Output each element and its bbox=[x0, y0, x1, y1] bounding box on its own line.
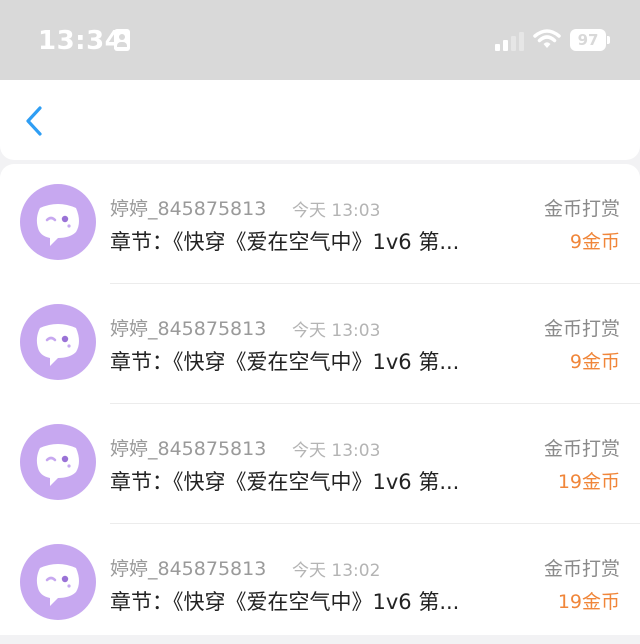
battery-level: 97 bbox=[577, 31, 599, 49]
reward-amount: 19金币 bbox=[557, 471, 620, 493]
record-time: 今天 13:02 bbox=[292, 561, 381, 581]
list-item[interactable]: 婷婷_845875813 今天 13:03 章节：《快穿《爱在空气中》1v6 第..… bbox=[0, 164, 640, 284]
status-time: 13:34 bbox=[38, 26, 124, 56]
list-item[interactable]: 婷婷_845875813 今天 13:03 章节：《快穿《爱在空气中》1v6 第..… bbox=[0, 284, 640, 404]
avatar bbox=[20, 184, 96, 260]
reward-type: 金币打赏 bbox=[543, 558, 620, 580]
back-button[interactable] bbox=[18, 104, 52, 138]
record-time: 今天 13:03 bbox=[292, 201, 381, 221]
username: 婷婷_845875813 bbox=[110, 558, 267, 580]
avatar bbox=[20, 304, 96, 380]
list-item[interactable]: 婷婷_845875813 今天 13:02 章节：《快穿《爱在空气中》1v6 第..… bbox=[0, 524, 640, 644]
chat-bubble-icon bbox=[20, 544, 96, 624]
chapter-title: 章节：《快穿《爱在空气中》1v6 第... bbox=[110, 470, 460, 494]
status-bar: 13:34 97 bbox=[0, 0, 640, 80]
battery-tip bbox=[607, 36, 610, 44]
chat-bubble-icon bbox=[20, 184, 96, 264]
avatar bbox=[20, 424, 96, 500]
username: 婷婷_845875813 bbox=[110, 198, 267, 220]
record-time: 今天 13:03 bbox=[292, 441, 381, 461]
nav-bar bbox=[0, 80, 640, 160]
chevron-left-icon bbox=[26, 106, 42, 136]
reward-type: 金币打赏 bbox=[543, 198, 620, 220]
wifi-icon bbox=[533, 29, 561, 48]
id-card-icon bbox=[114, 29, 130, 51]
list-item[interactable]: 婷婷_845875813 今天 13:03 章节：《快穿《爱在空气中》1v6 第..… bbox=[0, 404, 640, 524]
battery-icon: 97 bbox=[570, 29, 606, 51]
reward-record-list: 婷婷_845875813 今天 13:03 章节：《快穿《爱在空气中》1v6 第..… bbox=[0, 164, 640, 635]
avatar bbox=[20, 544, 96, 620]
record-time: 今天 13:03 bbox=[292, 321, 381, 341]
reward-type: 金币打赏 bbox=[543, 438, 620, 460]
reward-amount: 9金币 bbox=[569, 231, 620, 253]
reward-type: 金币打赏 bbox=[543, 318, 620, 340]
chat-bubble-icon bbox=[20, 424, 96, 504]
username: 婷婷_845875813 bbox=[110, 438, 267, 460]
reward-amount: 9金币 bbox=[569, 351, 620, 373]
username: 婷婷_845875813 bbox=[110, 318, 267, 340]
chapter-title: 章节：《快穿《爱在空气中》1v6 第... bbox=[110, 350, 460, 374]
reward-amount: 19金币 bbox=[557, 591, 620, 613]
chat-bubble-icon bbox=[20, 304, 96, 384]
chapter-title: 章节：《快穿《爱在空气中》1v6 第... bbox=[110, 230, 460, 254]
chapter-title: 章节：《快穿《爱在空气中》1v6 第... bbox=[110, 590, 460, 614]
cellular-signal-icon bbox=[495, 31, 525, 51]
